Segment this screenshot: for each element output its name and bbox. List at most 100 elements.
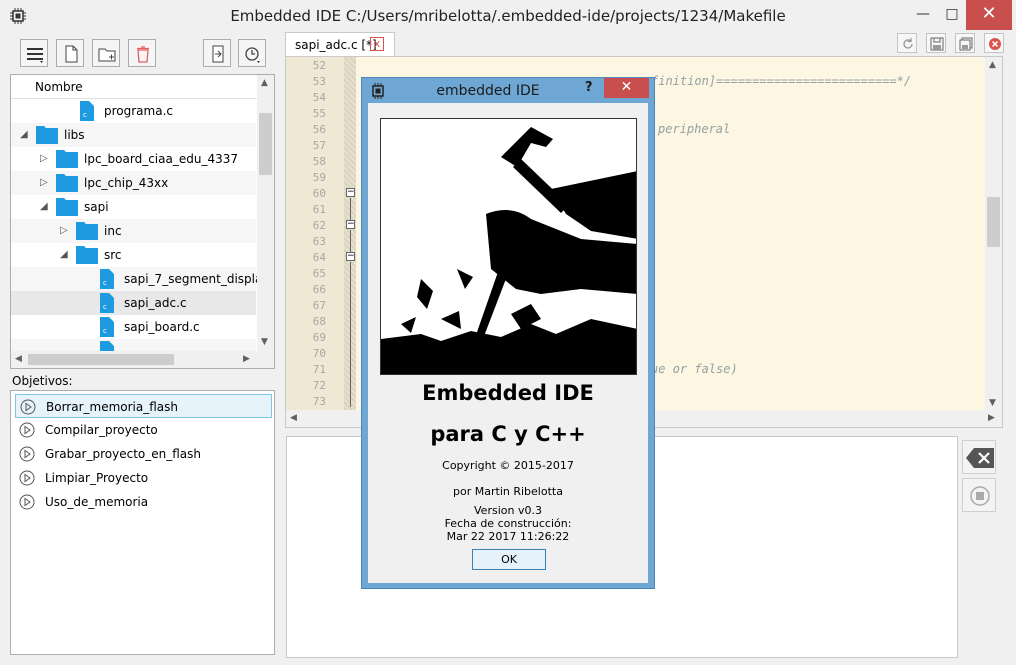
minimize-button[interactable]: — xyxy=(908,0,938,30)
project-tree[interactable]: Nombre c programa.c ◢ libs ▷ lpc_board_c… xyxy=(10,74,275,369)
tree-item-sapi-adc[interactable]: c sapi_adc.c xyxy=(11,291,256,315)
close-editor-button[interactable] xyxy=(984,33,1004,53)
fold-line xyxy=(350,230,351,252)
tree-item-sapi[interactable]: ◢ sapi xyxy=(11,195,256,219)
collapse-arrow-icon[interactable]: ◢ xyxy=(20,129,28,140)
expand-arrow-icon[interactable]: ▷ xyxy=(60,225,68,236)
hammer-chisel-logo-icon xyxy=(380,118,637,375)
dialog-title-bar: embedded IDE ? ✕ xyxy=(362,78,654,103)
folder-icon xyxy=(76,246,98,264)
target-item[interactable]: Uso_de_memoria xyxy=(15,490,272,514)
line-number: 71 xyxy=(312,363,326,376)
line-number: 69 xyxy=(312,331,326,344)
tree-item-lpc-board[interactable]: ▷ lpc_board_ciaa_edu_4337 xyxy=(11,147,256,171)
fold-toggle[interactable]: − xyxy=(346,220,355,229)
stop-button[interactable] xyxy=(962,478,996,512)
play-icon xyxy=(19,470,35,486)
scroll-thumb[interactable] xyxy=(28,354,174,365)
line-number: 72 xyxy=(312,379,326,392)
reload-button[interactable] xyxy=(897,33,917,53)
scroll-up-icon[interactable]: ▲ xyxy=(261,78,268,88)
scroll-down-icon[interactable]: ▼ xyxy=(989,398,996,408)
tree-item-sapi-7seg[interactable]: c sapi_7_segment_display.c xyxy=(11,267,274,291)
tree-item-sapi-board[interactable]: c sapi_board.c xyxy=(11,315,256,339)
title-bar: Embedded IDE C:/Users/mribelotta/.embedd… xyxy=(0,0,1016,32)
collapse-arrow-icon[interactable]: ◢ xyxy=(60,249,68,260)
line-number: 55 xyxy=(312,107,326,120)
expand-arrow-icon[interactable]: ▷ xyxy=(40,177,48,188)
folder-icon xyxy=(76,222,98,240)
ok-button[interactable]: OK xyxy=(472,549,546,570)
scroll-up-icon[interactable]: ▲ xyxy=(989,60,996,70)
play-icon xyxy=(20,399,36,415)
scroll-down-icon[interactable]: ▼ xyxy=(261,337,268,347)
line-number: 64 xyxy=(312,251,326,264)
target-label: Compilar_proyecto xyxy=(45,423,158,437)
clear-console-button[interactable] xyxy=(962,440,996,474)
targets-list[interactable]: Borrar_memoria_flash Compilar_proyecto G… xyxy=(10,390,275,655)
help-button[interactable]: ? xyxy=(585,80,593,95)
target-item[interactable]: Limpiar_Proyecto xyxy=(15,466,272,490)
target-item[interactable]: Compilar_proyecto xyxy=(15,418,272,442)
tree-horizontal-scrollbar[interactable]: ◀ ▶ xyxy=(11,351,274,368)
scroll-left-icon[interactable]: ◀ xyxy=(15,354,22,364)
scroll-right-icon[interactable]: ▶ xyxy=(243,354,250,364)
svg-text:c: c xyxy=(103,327,107,335)
delete-button[interactable] xyxy=(128,39,156,67)
tree-item-label: sapi_7_segment_display.c xyxy=(124,272,275,286)
tree-item-label: sapi_adc.c xyxy=(124,296,187,310)
tree-header[interactable]: Nombre xyxy=(11,75,274,99)
open-project-button[interactable] xyxy=(92,39,120,67)
collapse-arrow-icon[interactable]: ◢ xyxy=(40,201,48,212)
scroll-thumb[interactable] xyxy=(259,113,272,175)
save-button[interactable] xyxy=(926,33,946,53)
scroll-thumb[interactable] xyxy=(987,197,1000,247)
fold-toggle[interactable]: − xyxy=(346,188,355,197)
scroll-left-icon[interactable]: ◀ xyxy=(290,413,297,423)
line-number: 67 xyxy=(312,299,326,312)
scroll-right-icon[interactable]: ▶ xyxy=(988,413,995,423)
line-number: 63 xyxy=(312,235,326,248)
tab-close-icon[interactable]: x xyxy=(370,37,384,51)
maximize-button[interactable]: □ xyxy=(938,0,966,30)
tree-item-src[interactable]: ◢ src xyxy=(11,243,256,267)
save-icon xyxy=(930,37,944,51)
project-toolbar xyxy=(10,37,275,73)
editor-vertical-scrollbar[interactable]: ▲ ▼ xyxy=(985,57,1002,412)
reload-icon xyxy=(903,38,913,49)
tree-item-partial[interactable] xyxy=(11,339,256,361)
window-title: Embedded IDE C:/Users/mribelotta/.embedd… xyxy=(230,7,786,25)
line-number: 54 xyxy=(312,91,326,104)
tree-item-label: libs xyxy=(64,128,85,142)
expand-arrow-icon[interactable]: ▷ xyxy=(40,153,48,164)
menu-button[interactable] xyxy=(20,39,48,67)
history-button[interactable] xyxy=(238,39,266,67)
close-button[interactable]: ✕ xyxy=(966,0,1012,30)
dialog-close-button[interactable]: ✕ xyxy=(604,78,649,98)
about-dialog: embedded IDE ? ✕ Embedded IDE para C y C… xyxy=(361,77,655,589)
new-file-icon xyxy=(65,45,78,63)
fold-toggle[interactable]: − xyxy=(346,252,355,261)
tree-vertical-scrollbar[interactable]: ▲ ▼ xyxy=(257,75,274,351)
tree-item-programa[interactable]: c programa.c xyxy=(11,99,256,123)
target-item[interactable]: Grabar_proyecto_en_flash xyxy=(15,442,272,466)
line-number: 70 xyxy=(312,347,326,360)
export-button[interactable] xyxy=(203,39,231,67)
tree-item-lpc-chip[interactable]: ▷ lpc_chip_43xx xyxy=(11,171,256,195)
target-item[interactable]: Borrar_memoria_flash xyxy=(15,394,272,418)
line-number: 58 xyxy=(312,155,326,168)
tree-item-label: src xyxy=(104,248,122,262)
play-icon xyxy=(19,494,35,510)
save-all-button[interactable] xyxy=(955,33,975,53)
tab-sapi-adc[interactable]: sapi_adc.c [*] x xyxy=(285,32,395,56)
stop-icon xyxy=(970,486,990,506)
target-label: Limpiar_Proyecto xyxy=(45,471,149,485)
svg-text:c: c xyxy=(103,279,107,287)
tree-item-label: sapi_board.c xyxy=(124,320,200,334)
build-date: Mar 22 2017 11:26:22 xyxy=(446,530,570,543)
line-number: 56 xyxy=(312,123,326,136)
tree-item-libs[interactable]: ◢ libs xyxy=(11,123,256,147)
new-project-button[interactable] xyxy=(56,39,84,67)
close-circle-icon xyxy=(989,38,1001,50)
tree-item-inc[interactable]: ▷ inc xyxy=(11,219,256,243)
